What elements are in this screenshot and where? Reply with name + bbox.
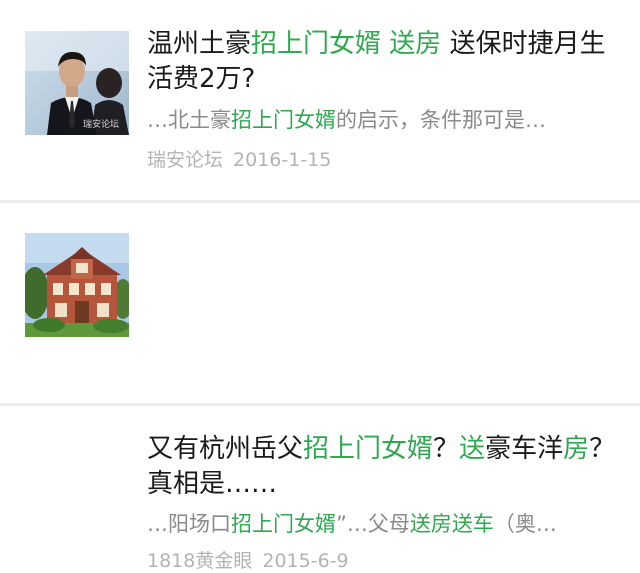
result-meta: 1818黄金眼 2015-6-9	[147, 549, 349, 573]
snippet-text: …北土豪	[147, 108, 231, 132]
snippet-highlight: 送房送车	[409, 512, 494, 536]
title-highlight: 送房	[389, 29, 442, 59]
title-highlight: 送	[459, 434, 486, 464]
result-title[interactable]: 温州土豪招上门女婿 送房 送保时捷月生活费2万?	[147, 27, 617, 97]
snippet-highlight: 招上门女婿	[231, 108, 336, 132]
result-date: 2016-1-15	[233, 149, 332, 171]
search-result-item[interactable]: 瑞安论坛 温州土豪招上门女婿 送房 送保时捷月生活费2万? …北土豪招上门女婿的…	[0, 0, 640, 200]
snippet-text: 的启示，条件那可是…	[336, 108, 546, 132]
title-text: 温州土豪	[147, 29, 252, 59]
title-highlight: 房	[563, 434, 590, 464]
thumbnail-watermark: 瑞安论坛	[83, 120, 120, 130]
result-meta: 瑞安论坛 2016-1-15	[147, 148, 331, 172]
title-highlight: 招上门女婿	[251, 29, 382, 59]
result-title[interactable]: 又有杭州岳父招上门女婿？送豪车洋房？真相是……	[147, 432, 617, 502]
title-text: ？	[433, 434, 460, 464]
snippet-text: …阳场口	[147, 512, 231, 536]
result-snippet: …阳场口招上门女婿”…父母送房送车（奥…	[147, 510, 617, 538]
result-date: 2015-6-9	[262, 550, 349, 572]
title-text: 豪车洋	[485, 434, 564, 464]
result-source: 瑞安论坛	[147, 149, 224, 171]
snippet-text: （奥…	[493, 512, 557, 536]
snippet-highlight: 招上门女婿	[231, 512, 336, 536]
result-thumbnail[interactable]	[25, 233, 129, 337]
snippet-text: ”…父母	[336, 512, 410, 536]
result-snippet: …北土豪招上门女婿的启示，条件那可是…	[147, 106, 617, 134]
result-source: 1818黄金眼	[147, 550, 253, 572]
search-result-item[interactable]: 又有杭州岳父招上门女婿？送豪车洋房？真相是…… …阳场口招上门女婿”…父母送房送…	[0, 203, 640, 572]
villa-house-photo	[25, 233, 129, 337]
title-highlight: 招上门女婿	[303, 434, 434, 464]
title-text: 又有杭州岳父	[147, 434, 304, 464]
result-thumbnail[interactable]: 瑞安论坛	[25, 31, 129, 135]
